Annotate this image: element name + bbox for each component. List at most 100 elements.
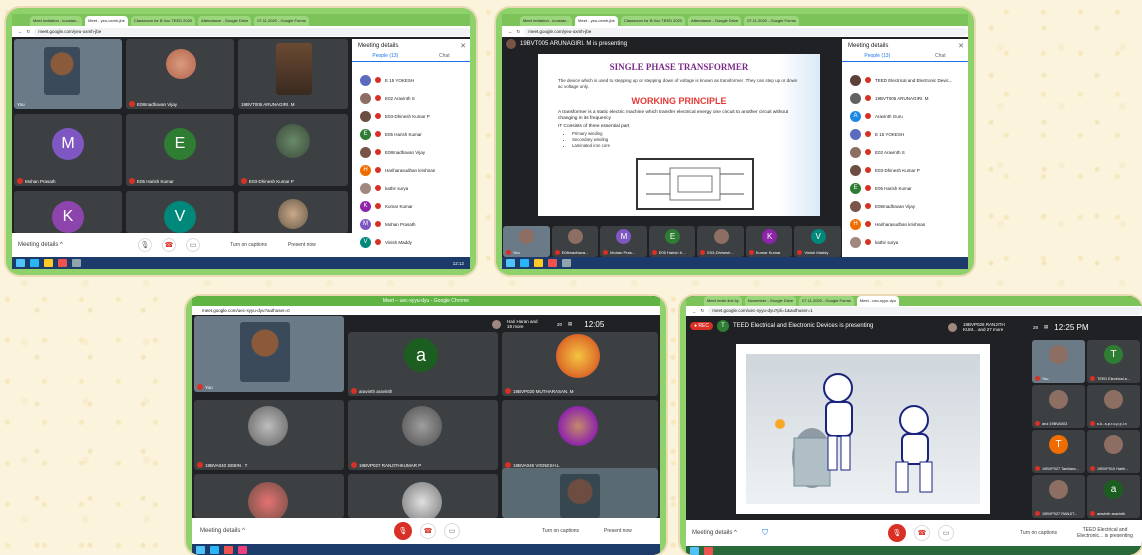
captions-button[interactable]: Turn on captions — [1020, 530, 1057, 536]
meeting-details-button[interactable]: Meeting details ^ — [18, 242, 63, 248]
url-field[interactable]: meet.google.com/yeu-oxmh-jbe — [34, 27, 470, 36]
browser-tab[interactable]: November - Google Drive — [744, 296, 797, 306]
windows-start-icon[interactable] — [506, 259, 515, 267]
participant-row[interactable]: E E05 Harish Kumar — [842, 179, 968, 197]
video-tile[interactable]: 19BVT005 ARUNAGIRI. M — [238, 39, 348, 109]
browser-tab-active[interactable]: Meet - uec-syyu-dyu — [856, 296, 900, 306]
meeting-details-button[interactable]: Meeting details ^ — [692, 530, 737, 536]
app-icon[interactable] — [238, 545, 247, 554]
mic-off-button[interactable]: 🎙 — [394, 522, 412, 540]
tab-chat[interactable]: Chat — [935, 53, 946, 59]
participant-row[interactable]: kathir surya — [842, 233, 968, 251]
participant-row[interactable]: E02 Aravinth S — [352, 89, 470, 107]
side-tile[interactable]: T 19BVP027 Tamilara... — [1032, 430, 1085, 473]
video-tile-self[interactable]: You — [194, 316, 344, 392]
app-icon[interactable] — [562, 259, 571, 267]
participant-row[interactable]: K Kumar Kumar — [352, 197, 470, 215]
browser-tab[interactable]: 07.11.2020 - Google Forms — [744, 16, 799, 26]
strip-tile[interactable]: K Kumar Kumar — [745, 226, 793, 257]
chrome-icon[interactable] — [224, 545, 233, 554]
presenting-button[interactable]: TEED Electrical and Electronic... is pre… — [1070, 527, 1140, 539]
video-tile-self[interactable]: You — [14, 39, 122, 109]
camera-button[interactable]: ▭ — [444, 523, 460, 539]
tab-people[interactable]: People (13) — [864, 53, 890, 59]
video-tile[interactable]: E08madhavan Vijay — [126, 39, 234, 109]
video-tile[interactable]: K — [14, 191, 122, 233]
captions-button[interactable]: Turn on captions — [230, 242, 267, 248]
side-tile[interactable]: 19BVP027 RANJIT... — [1032, 475, 1085, 518]
close-icon[interactable]: ✕ — [460, 42, 466, 50]
present-now-button[interactable]: Present now — [288, 242, 316, 248]
tab-chat[interactable]: Chat — [439, 53, 450, 59]
captions-button[interactable]: Turn on captions — [542, 528, 579, 534]
video-tile[interactable]: V — [126, 191, 234, 233]
browser-tab[interactable]: 07.11.2020 - Google Forms — [799, 296, 854, 306]
participant-row[interactable]: E02 Aravinth S — [842, 143, 968, 161]
participant-row[interactable]: E 15 YOKESH — [842, 125, 968, 143]
shield-icon[interactable]: ⛉ — [762, 528, 768, 538]
leave-call-button[interactable]: ☎ — [914, 525, 930, 541]
people-icon[interactable]: 20 — [557, 322, 562, 327]
browser-tab[interactable]: Meet invitation - koustav... — [520, 16, 573, 26]
folder-icon[interactable] — [44, 259, 53, 267]
strip-tile[interactable]: M Mohan Pras... — [600, 226, 647, 257]
browser-tab[interactable]: Classroom for B.Voc TEED 2020 — [620, 16, 686, 26]
side-tile[interactable]: arul 19BVA003 — [1032, 385, 1085, 428]
chat-icon[interactable]: ▤ — [568, 321, 572, 327]
app-icon[interactable] — [72, 259, 81, 267]
participant-row[interactable]: 19BVT005 ARUNAGIRI. M — [842, 89, 968, 107]
camera-button[interactable]: ▭ — [938, 525, 954, 541]
back-icon[interactable]: ← — [18, 29, 23, 34]
video-tile[interactable]: a aravinth aravinth — [348, 332, 498, 396]
strip-tile[interactable]: E E05 Harish K... — [648, 226, 696, 257]
participant-row[interactable]: E 15 YOKESH — [352, 71, 470, 89]
participant-row[interactable]: A Aravinth Guru — [842, 107, 968, 125]
video-tile[interactable]: 19BVP027 RANJITHKUMAR P — [348, 400, 498, 470]
side-tile[interactable]: T TEED Electrical a... — [1087, 340, 1140, 383]
browser-tab-active[interactable]: Meet - yeu-oxmh-jbe — [575, 16, 618, 26]
video-tile[interactable]: E03-Dhinesh Kumar P — [238, 114, 348, 186]
reload-icon[interactable]: ↻ — [27, 29, 31, 35]
camera-button[interactable]: ▭ — [186, 238, 200, 252]
video-tile[interactable] — [238, 191, 348, 233]
video-tile[interactable] — [194, 474, 344, 518]
video-tile[interactable] — [348, 474, 498, 518]
reload-icon[interactable]: ↻ — [517, 29, 521, 35]
participant-row[interactable]: E03-Dhinesh Kumar P — [352, 107, 470, 125]
strip-tile[interactable]: E03-Dhinesh... — [697, 226, 744, 257]
leave-call-button[interactable]: ☎ — [162, 238, 176, 252]
chrome-icon[interactable] — [548, 259, 557, 267]
present-now-button[interactable]: Present now — [604, 528, 632, 534]
browser-tab[interactable]: Attendance - Google Drive — [688, 16, 742, 26]
participant-row[interactable]: M Mohan Prasath — [352, 215, 470, 233]
browser-tab[interactable]: Meet invitation - koustav... — [30, 16, 83, 26]
participant-row[interactable]: E08madhavan Vijay — [842, 197, 968, 215]
mic-off-button[interactable]: 🎙 — [888, 524, 906, 542]
leave-call-button[interactable]: ☎ — [420, 523, 436, 539]
browser-tab-active[interactable]: Meet - yeu-oxmh-jbe — [85, 16, 128, 26]
participant-row[interactable]: TEED Electrical and Electronic Devic... — [842, 71, 968, 89]
ie-icon[interactable] — [520, 259, 529, 267]
chrome-icon[interactable] — [58, 259, 67, 267]
participant-row[interactable]: H Hariharasudhan krishnan — [352, 161, 470, 179]
tab-people[interactable]: People (13) — [372, 53, 398, 59]
windows-start-icon[interactable] — [16, 259, 25, 267]
strip-tile[interactable]: V Vinish Maddy — [794, 226, 841, 257]
strip-tile[interactable]: E08madhava... — [551, 226, 599, 257]
video-tile[interactable]: M Mohan Prasath — [14, 114, 122, 186]
folder-icon[interactable] — [534, 259, 543, 267]
chat-icon[interactable]: ▤ — [1044, 324, 1048, 330]
side-tile[interactable]: 19BVP010 Harih... — [1087, 430, 1140, 473]
meeting-details-button[interactable]: Meeting details ^ — [200, 528, 245, 534]
side-tile[interactable]: a aravinth aravinth — [1087, 475, 1140, 518]
ie-icon[interactable] — [30, 259, 39, 267]
participant-row[interactable]: H Hariharasudhan krishnan — [842, 215, 968, 233]
side-tile[interactable]: You — [1032, 340, 1085, 383]
browser-tab[interactable]: Attendance - Google Drive — [198, 16, 252, 26]
video-tile[interactable]: 19BVA040 SEBIN . T — [194, 400, 344, 470]
participant-row[interactable]: E08madhavan Vijay — [352, 143, 470, 161]
chrome-icon[interactable] — [704, 546, 713, 555]
url-field[interactable]: meet.google.com/uec-syyu-dyu?pli=1&authu… — [708, 307, 1142, 315]
video-tile[interactable]: 19BVA046 VIGNESH.L — [502, 400, 658, 470]
participant-row[interactable]: V Vinish Maddy — [352, 233, 470, 251]
